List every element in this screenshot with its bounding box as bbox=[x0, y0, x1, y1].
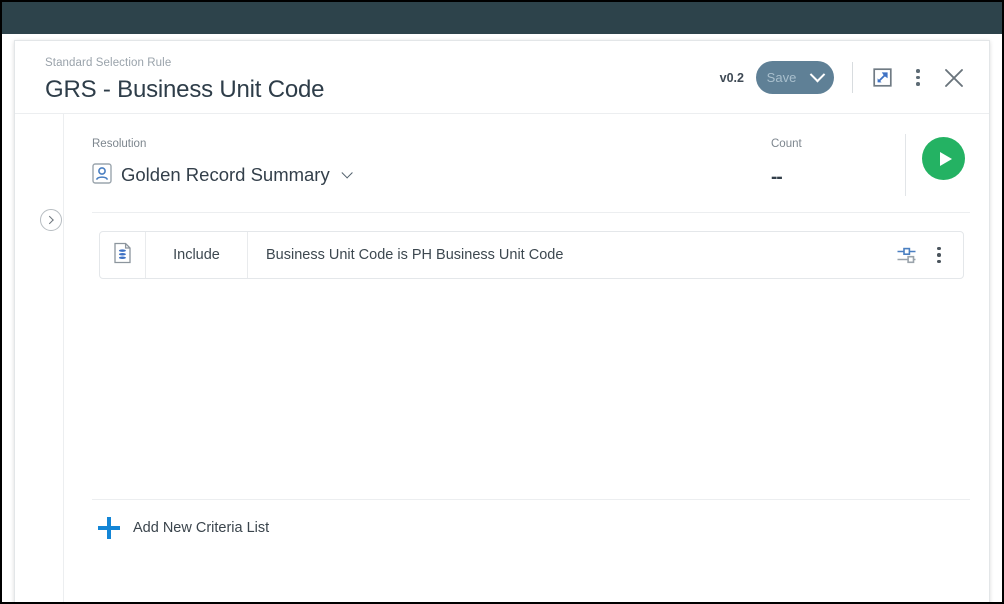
count-block: Count -- bbox=[771, 137, 802, 189]
add-criteria-section: Add New Criteria List bbox=[92, 499, 970, 559]
panel-collapse-toggle[interactable] bbox=[40, 209, 62, 231]
rule-editor-card: Standard Selection Rule GRS - Business U… bbox=[14, 40, 990, 604]
save-button[interactable]: Save bbox=[756, 61, 834, 94]
left-rail-divider bbox=[63, 114, 64, 604]
resolution-label: Resolution bbox=[92, 137, 349, 151]
header-more-menu-icon[interactable] bbox=[909, 65, 927, 91]
header-titles: Standard Selection Rule GRS - Business U… bbox=[45, 56, 324, 106]
play-icon bbox=[940, 152, 952, 166]
criteria-type-cell bbox=[100, 232, 146, 278]
resolution-block: Resolution Golden Record Summary bbox=[92, 137, 349, 187]
document-data-icon bbox=[113, 242, 133, 269]
rule-type-eyebrow: Standard Selection Rule bbox=[45, 56, 324, 70]
application-window: Standard Selection Rule GRS - Business U… bbox=[0, 0, 1004, 604]
header-actions: v0.2 Save bbox=[720, 41, 967, 114]
resolution-count-strip: Resolution Golden Record Summary bbox=[92, 114, 970, 213]
person-card-icon bbox=[92, 163, 112, 187]
resolution-select[interactable]: Golden Record Summary bbox=[92, 163, 349, 187]
count-label: Count bbox=[771, 137, 802, 151]
plus-icon bbox=[98, 517, 120, 539]
add-new-criteria-list-label: Add New Criteria List bbox=[133, 520, 269, 536]
criteria-expression: Business Unit Code is PH Business Unit C… bbox=[248, 232, 895, 278]
close-x-icon[interactable] bbox=[941, 65, 967, 91]
header-divider bbox=[852, 62, 853, 93]
page-title: GRS - Business Unit Code bbox=[45, 74, 324, 106]
strip-divider bbox=[905, 134, 906, 196]
kebab-menu-icon bbox=[937, 247, 941, 264]
sliders-icon[interactable] bbox=[895, 244, 917, 266]
edit-square-icon[interactable] bbox=[869, 65, 895, 91]
resolution-value: Golden Record Summary bbox=[121, 164, 330, 186]
rule-content: Resolution Golden Record Summary bbox=[92, 114, 970, 604]
criteria-row-actions bbox=[895, 232, 963, 278]
chevron-down-icon bbox=[810, 67, 826, 83]
criteria-more-menu-icon[interactable] bbox=[931, 244, 947, 266]
save-button-label: Save bbox=[767, 70, 797, 85]
chevron-right-icon bbox=[45, 216, 53, 224]
kebab-menu-icon bbox=[916, 69, 920, 86]
version-label: v0.2 bbox=[720, 71, 744, 85]
criteria-mode: Include bbox=[146, 232, 248, 278]
criteria-list-area: Include Business Unit Code is PH Busines… bbox=[92, 213, 970, 499]
run-rule-button[interactable] bbox=[922, 137, 965, 180]
card-body: Resolution Golden Record Summary bbox=[15, 114, 989, 604]
card-header: Standard Selection Rule GRS - Business U… bbox=[15, 41, 989, 114]
chevron-down-icon bbox=[341, 167, 352, 178]
count-value: -- bbox=[771, 167, 802, 189]
application-top-bar bbox=[2, 2, 1002, 34]
add-new-criteria-list-button[interactable]: Add New Criteria List bbox=[98, 517, 269, 539]
criteria-row[interactable]: Include Business Unit Code is PH Busines… bbox=[99, 231, 964, 279]
